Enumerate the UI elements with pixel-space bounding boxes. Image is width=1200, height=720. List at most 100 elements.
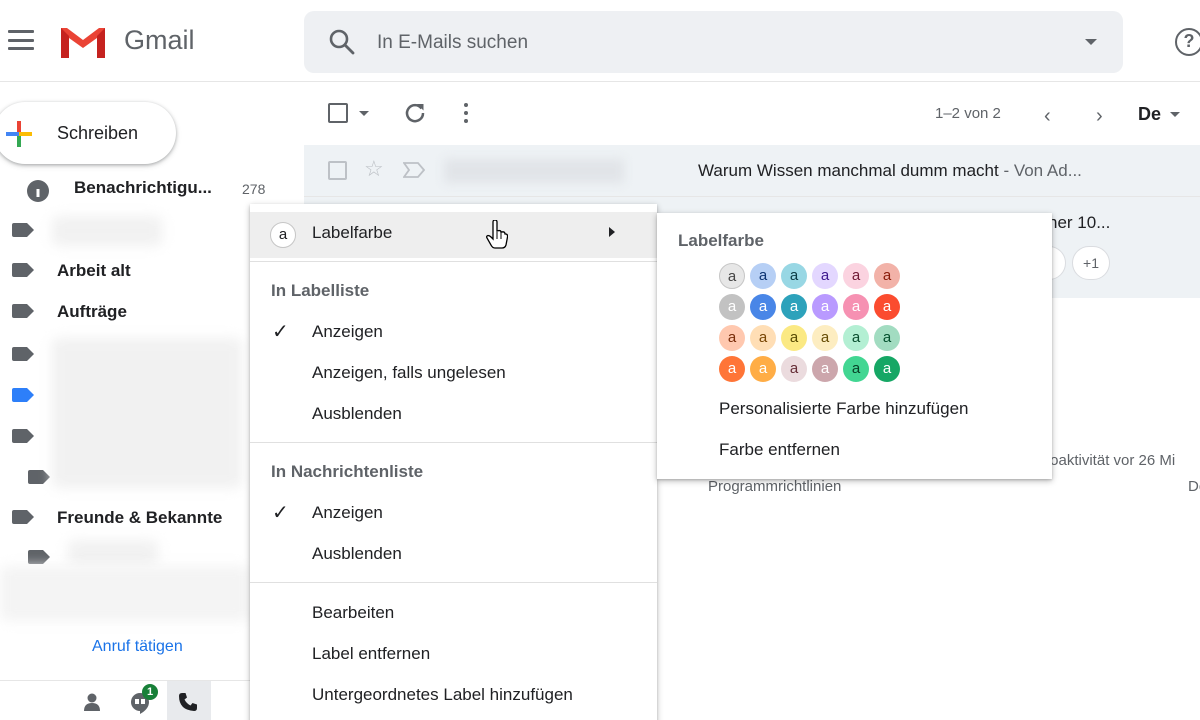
chevron-right-icon[interactable]: › [1096, 105, 1103, 128]
menu-item-show-if-unread[interactable]: Anzeigen, falls ungelesen [312, 363, 506, 383]
color-swatch[interactable]: a [874, 325, 900, 351]
section-heading-label-list: In Labelliste [271, 281, 370, 300]
plus-icon [6, 121, 32, 147]
last-activity-text: toaktivität vor 26 Mi [1046, 452, 1176, 469]
search-options-chevron-down-icon[interactable] [1085, 39, 1097, 45]
menu-item-show-in-messages[interactable]: Anzeigen [312, 503, 383, 523]
compose-label: Schreiben [57, 123, 139, 143]
color-swatch[interactable]: a [843, 294, 869, 320]
label-context-menu: a Labelfarbe In Labelliste ✓ Anzeigen An… [250, 204, 657, 720]
important-marker-icon[interactable] [403, 162, 425, 178]
color-swatch[interactable]: a [843, 263, 869, 289]
label-tag-icon [12, 304, 34, 318]
sidebar-item-label: Arbeit alt [57, 261, 131, 280]
refresh-icon[interactable] [404, 102, 426, 124]
color-swatch[interactable]: a [719, 263, 745, 289]
color-swatch[interactable]: a [843, 356, 869, 382]
color-swatch[interactable]: a [812, 325, 838, 351]
label-tag-icon [12, 347, 34, 361]
menu-item-hide-in-messages[interactable]: Ausblenden [312, 544, 402, 564]
gmail-logo-icon[interactable] [58, 24, 108, 60]
search-bar[interactable]: In E-Mails suchen [304, 11, 1123, 73]
menu-item-hide[interactable]: Ausblenden [312, 404, 402, 424]
compose-button[interactable]: Schreiben [0, 102, 176, 164]
color-swatch-grid: aaaaaaaaaaaaaaaaaaaaaaaa [719, 263, 900, 382]
color-swatch[interactable]: a [750, 325, 776, 351]
program-policies-link[interactable]: Programmrichtlinien [708, 478, 841, 495]
redacted-chat-area [0, 566, 250, 621]
start-call-link[interactable]: Anruf tätigen [92, 638, 183, 656]
submenu-arrow-icon [609, 227, 615, 237]
more-vert-icon[interactable] [464, 103, 468, 123]
color-swatch[interactable]: a [719, 356, 745, 382]
menu-item-show[interactable]: Anzeigen [312, 322, 383, 342]
color-swatch[interactable]: a [781, 356, 807, 382]
color-swatch[interactable]: a [812, 263, 838, 289]
sidebar-item-freunde[interactable]: Freunde & Bekannte [0, 499, 250, 535]
menu-item-label: Labelfarbe [312, 223, 393, 242]
language-chevron-down-icon[interactable] [1170, 112, 1180, 117]
label-tag-icon [12, 223, 34, 237]
label-color-submenu: Labelfarbe aaaaaaaaaaaaaaaaaaaaaaaa Pers… [657, 213, 1052, 479]
more-attachments-chip[interactable]: +1 [1072, 246, 1110, 280]
star-icon[interactable]: ☆ [364, 156, 384, 182]
input-language-selector[interactable]: De [1138, 104, 1161, 125]
info-icon [27, 180, 49, 202]
menu-item-add-sublabel[interactable]: Untergeordnetes Label hinzufügen [312, 685, 573, 705]
redacted-label [52, 216, 162, 246]
remove-color-option[interactable]: Farbe entfernen [719, 440, 840, 460]
email-subject: ner 10... [1048, 213, 1111, 232]
gmail-wordmark[interactable]: Gmail [124, 25, 195, 56]
menu-item-remove-label[interactable]: Label entfernen [312, 644, 430, 664]
color-swatch[interactable]: a [781, 325, 807, 351]
menu-item-edit[interactable]: Bearbeiten [312, 603, 394, 623]
redacted-label [68, 540, 158, 566]
color-swatch[interactable]: a [812, 356, 838, 382]
select-options-chevron-down-icon[interactable] [359, 111, 369, 116]
menu-divider [250, 442, 657, 443]
label-tag-icon [12, 429, 34, 443]
select-all-checkbox[interactable] [328, 103, 348, 123]
section-heading-message-list: In Nachrichtenliste [271, 462, 424, 481]
search-input[interactable]: In E-Mails suchen [377, 32, 528, 54]
label-tag-icon [12, 263, 34, 277]
sidebar-item-auftraege[interactable]: Aufträge [0, 293, 250, 329]
pagination-text: 1–2 von 2 [935, 105, 1001, 122]
color-swatch[interactable]: a [781, 263, 807, 289]
redacted-labels [52, 338, 242, 488]
row-checkbox[interactable] [328, 161, 347, 180]
color-swatch[interactable]: a [750, 263, 776, 289]
menu-divider [250, 582, 657, 583]
search-icon[interactable] [328, 28, 356, 56]
email-row[interactable]: ☆ Warum Wissen manchmal dumm macht - Von… [304, 145, 1200, 197]
person-icon[interactable] [82, 692, 102, 712]
label-color-preview: a [270, 222, 296, 248]
color-swatch[interactable]: a [874, 263, 900, 289]
submenu-title: Labelfarbe [678, 231, 764, 250]
menu-divider [250, 261, 657, 262]
sidebar-item-label: Benachrichtigu... [74, 178, 212, 197]
color-swatch[interactable]: a [874, 294, 900, 320]
email-subject: Warum Wissen manchmal dumm macht - Von A… [698, 161, 1082, 181]
details-link[interactable]: De [1188, 478, 1200, 495]
main-menu-icon[interactable] [8, 30, 34, 50]
sidebar-item-notifications[interactable]: Benachrichtigu... 278 [0, 172, 300, 208]
chevron-left-icon[interactable]: ‹ [1044, 105, 1051, 128]
help-icon[interactable]: ? [1175, 28, 1200, 56]
label-tag-icon [28, 550, 50, 564]
email-snippet: - Von Ad... [998, 161, 1082, 180]
color-swatch[interactable]: a [719, 325, 745, 351]
color-swatch[interactable]: a [750, 294, 776, 320]
color-swatch[interactable]: a [874, 356, 900, 382]
label-tag-blue-icon [12, 388, 34, 402]
subject-text: Warum Wissen manchmal dumm macht [698, 161, 999, 180]
checkmark-icon: ✓ [272, 321, 289, 343]
add-custom-color-option[interactable]: Personalisierte Farbe hinzufügen [719, 399, 968, 419]
color-swatch[interactable]: a [750, 356, 776, 382]
color-swatch[interactable]: a [812, 294, 838, 320]
color-swatch[interactable]: a [843, 325, 869, 351]
phone-icon[interactable] [178, 692, 198, 712]
sidebar-item-arbeit-alt[interactable]: Arbeit alt [0, 252, 250, 288]
color-swatch[interactable]: a [719, 294, 745, 320]
color-swatch[interactable]: a [781, 294, 807, 320]
